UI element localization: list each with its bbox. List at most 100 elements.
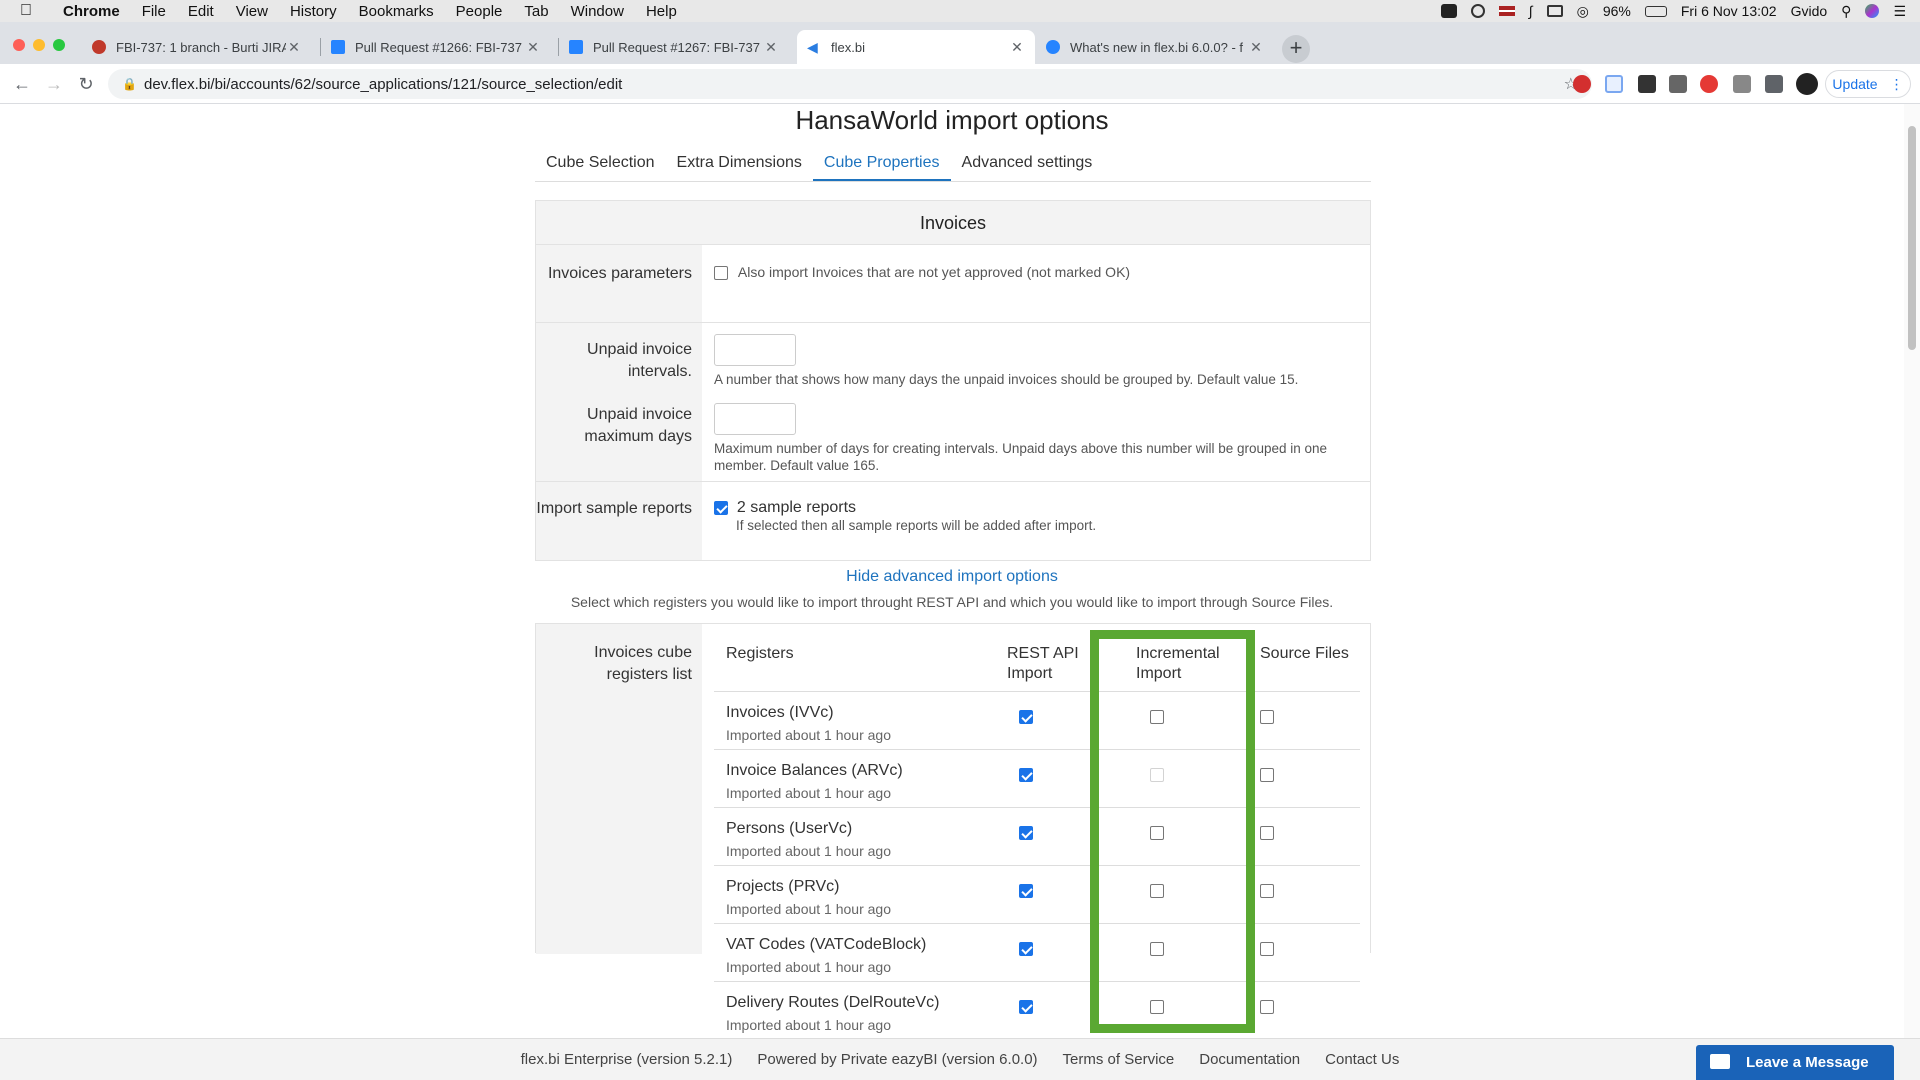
rest-api-import-checkbox[interactable] bbox=[1019, 941, 1033, 956]
close-tab-icon[interactable]: ✕ bbox=[525, 39, 541, 56]
control-center-icon[interactable]: ☰ bbox=[1893, 3, 1906, 20]
close-tab-icon[interactable]: ✕ bbox=[763, 39, 779, 56]
menu-help[interactable]: Help bbox=[635, 3, 688, 20]
back-button[interactable]: ← bbox=[10, 72, 34, 96]
extension-bookmark-icon[interactable] bbox=[1605, 75, 1623, 93]
rest-api-import-checkbox[interactable] bbox=[1019, 999, 1033, 1014]
menu-file[interactable]: File bbox=[131, 3, 177, 20]
hide-advanced-options-link[interactable]: Hide advanced import options bbox=[0, 568, 1904, 586]
time-machine-icon[interactable] bbox=[1470, 4, 1485, 18]
address-bar[interactable]: 🔒 dev.flex.bi/bi/accounts/62/source_appl… bbox=[108, 69, 1592, 99]
scrollbar-thumb[interactable] bbox=[1908, 126, 1916, 350]
tab-title: FBI-737: 1 branch - Burti JIRA bbox=[116, 39, 286, 55]
menu-edit[interactable]: Edit bbox=[177, 3, 225, 20]
bitbucket-icon bbox=[331, 40, 345, 54]
close-tab-icon[interactable]: ✕ bbox=[1009, 39, 1025, 56]
close-tab-icon[interactable]: ✕ bbox=[1248, 39, 1264, 56]
adblock-icon[interactable] bbox=[1573, 75, 1591, 93]
unpaid-intervals-label: Unpaid invoice intervals. bbox=[587, 341, 692, 380]
source-files-checkbox[interactable] bbox=[1260, 883, 1274, 898]
new-tab-button[interactable]: + bbox=[1282, 35, 1310, 63]
unpaid-max-days-input[interactable] bbox=[714, 403, 796, 435]
tab-extra-dimensions[interactable]: Extra Dimensions bbox=[666, 140, 813, 181]
rest-api-import-checkbox[interactable] bbox=[1019, 883, 1033, 898]
clock[interactable]: Fri 6 Nov 13:02 bbox=[1681, 3, 1777, 19]
sample-reports-checkbox[interactable] bbox=[714, 501, 728, 516]
page-content: HansaWorld import options Cube Selection… bbox=[0, 104, 1920, 1038]
profile-avatar[interactable] bbox=[1796, 73, 1818, 95]
source-files-checkbox[interactable] bbox=[1260, 709, 1274, 724]
register-import-status: Imported about 1 hour ago bbox=[726, 727, 892, 743]
source-files-checkbox[interactable] bbox=[1260, 767, 1274, 782]
rest-api-import-checkbox[interactable] bbox=[1019, 767, 1033, 782]
sample-reports-checkbox-label[interactable]: 2 sample reports bbox=[737, 499, 856, 516]
forward-button[interactable]: → bbox=[42, 72, 66, 96]
page-scrollbar[interactable] bbox=[1904, 104, 1920, 1038]
extension-square-icon[interactable] bbox=[1669, 75, 1687, 93]
menu-view[interactable]: View bbox=[225, 3, 279, 20]
tab-pull-request-1267[interactable]: Pull Request #1267: FBI-737 - ... ✕ bbox=[559, 30, 789, 64]
more-menu-icon[interactable]: ⋮ bbox=[1890, 76, 1904, 93]
table-row: Invoice Balances (ARVc) Imported about 1 … bbox=[714, 750, 1360, 808]
close-window-button[interactable] bbox=[13, 39, 25, 51]
extensions-puzzle-icon[interactable] bbox=[1765, 75, 1783, 93]
tab-cube-selection[interactable]: Cube Selection bbox=[535, 140, 666, 181]
battery-percent[interactable]: 96% bbox=[1603, 3, 1631, 19]
source-files-checkbox[interactable] bbox=[1260, 999, 1274, 1014]
macos-menubar:  Chrome File Edit View History Bookmark… bbox=[0, 0, 1920, 22]
minimize-window-button[interactable] bbox=[33, 39, 45, 51]
menu-history[interactable]: History bbox=[279, 3, 348, 20]
extension-badge-icon[interactable] bbox=[1638, 75, 1656, 93]
approved-invoices-checkbox[interactable] bbox=[714, 266, 728, 281]
menu-tab[interactable]: Tab bbox=[513, 3, 559, 20]
jira-icon bbox=[92, 40, 106, 54]
menu-bookmarks[interactable]: Bookmarks bbox=[348, 3, 445, 20]
register-name: Delivery Routes (DelRouteVc) bbox=[726, 994, 940, 1011]
tab-whats-new[interactable]: What's new in flex.bi 6.0.0? - f ✕ bbox=[1036, 30, 1274, 64]
source-files-checkbox[interactable] bbox=[1260, 825, 1274, 840]
reload-button[interactable]: ↻ bbox=[74, 72, 98, 96]
apple-icon[interactable]:  bbox=[0, 2, 52, 20]
tab-jira[interactable]: FBI-737: 1 branch - Burti JIRA ✕ bbox=[82, 30, 312, 64]
settings-tabs: Cube Selection Extra Dimensions Cube Pro… bbox=[535, 140, 1371, 182]
url-text[interactable]: dev.flex.bi/bi/accounts/62/source_applic… bbox=[144, 76, 622, 93]
approved-invoices-label[interactable]: Also import Invoices that are not yet ap… bbox=[738, 264, 1130, 280]
tab-flexbi[interactable]: ◀ flex.bi ✕ bbox=[797, 30, 1035, 64]
extension-mail-icon[interactable] bbox=[1733, 75, 1751, 93]
keyboard-icon[interactable] bbox=[1546, 5, 1563, 17]
unpaid-intervals-input[interactable] bbox=[714, 334, 796, 366]
siri-icon[interactable] bbox=[1865, 4, 1880, 18]
invoices-parameters-row: Invoices parameters Also import Invoices… bbox=[536, 245, 1370, 323]
zoom-window-button[interactable] bbox=[53, 39, 65, 51]
close-tab-icon[interactable]: ✕ bbox=[286, 39, 302, 56]
page-footer: flex.bi Enterprise (version 5.2.1) Power… bbox=[0, 1038, 1920, 1080]
tab-cube-properties[interactable]: Cube Properties bbox=[812, 140, 951, 181]
spotlight-icon[interactable]: ⚲ bbox=[1841, 3, 1851, 20]
source-files-checkbox[interactable] bbox=[1260, 941, 1274, 956]
rest-api-import-checkbox[interactable] bbox=[1019, 825, 1033, 840]
tab-pull-request-1266[interactable]: Pull Request #1266: FBI-737 - ... ✕ bbox=[321, 30, 551, 64]
register-import-status: Imported about 1 hour ago bbox=[726, 843, 892, 859]
status-app-icon[interactable] bbox=[1440, 4, 1457, 18]
menu-app[interactable]: Chrome bbox=[52, 3, 131, 20]
register-name: Invoices (IVVc) bbox=[726, 704, 834, 721]
update-button[interactable]: Update ⋮ bbox=[1825, 70, 1911, 98]
tab-advanced-settings[interactable]: Advanced settings bbox=[951, 140, 1104, 181]
user-name[interactable]: Gvido bbox=[1791, 3, 1828, 19]
flag-icon[interactable] bbox=[1498, 6, 1515, 16]
wifi-icon[interactable]: ◎ bbox=[1577, 3, 1589, 20]
lock-icon[interactable]: 🔒 bbox=[122, 77, 137, 91]
footer-powered-by: Powered by Private eazyBI (version 6.0.0… bbox=[757, 1051, 1038, 1068]
bluetooth-icon[interactable]: ∫ bbox=[1529, 3, 1533, 19]
register-name: Invoice Balances (ARVc) bbox=[726, 762, 903, 779]
rest-api-import-checkbox[interactable] bbox=[1019, 709, 1033, 724]
terms-of-service-link[interactable]: Terms of Service bbox=[1063, 1051, 1175, 1068]
leave-message-label: Leave a Message bbox=[1746, 1054, 1869, 1071]
menu-window[interactable]: Window bbox=[560, 3, 635, 20]
extension-new-icon[interactable] bbox=[1700, 75, 1718, 93]
battery-icon[interactable] bbox=[1644, 5, 1667, 17]
leave-message-button[interactable]: Leave a Message bbox=[1696, 1045, 1894, 1080]
contact-us-link[interactable]: Contact Us bbox=[1325, 1051, 1399, 1068]
documentation-link[interactable]: Documentation bbox=[1199, 1051, 1300, 1068]
menu-people[interactable]: People bbox=[445, 3, 514, 20]
